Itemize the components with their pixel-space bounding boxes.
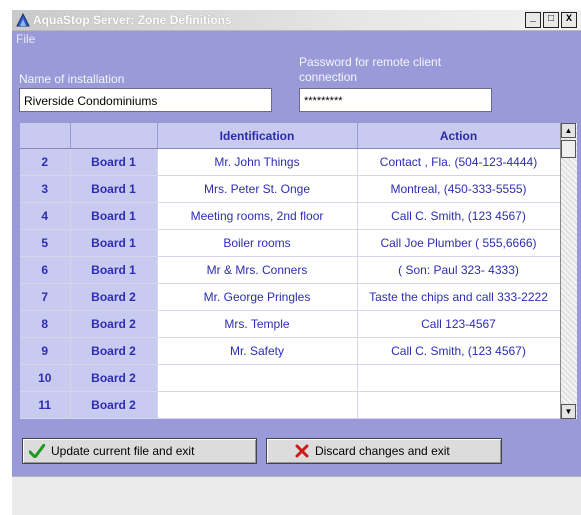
row-action[interactable]: ( Son: Paul 323- 4333): [357, 256, 560, 284]
row-identification[interactable]: Mrs. Peter St. Onge: [157, 175, 358, 203]
row-action[interactable]: Taste the chips and call 333-2222: [357, 283, 560, 311]
row-action[interactable]: Contact , Fla. (504-123-4444): [357, 148, 560, 176]
scroll-thumb[interactable]: [561, 140, 576, 158]
window-title: AquaStop Server: Zone Definitions: [33, 13, 232, 27]
column-header-board: [70, 123, 158, 149]
row-identification[interactable]: Mr. Safety: [157, 337, 358, 365]
row-board: Board 1: [70, 148, 158, 176]
row-action[interactable]: Call C. Smith, (123 4567): [357, 337, 560, 365]
row-action[interactable]: [357, 391, 560, 419]
row-identification[interactable]: Meeting rooms, 2nd floor: [157, 202, 358, 230]
row-number: 11: [20, 391, 71, 419]
password-label-line1: Password for remote client: [299, 55, 442, 69]
maximize-button[interactable]: □: [543, 12, 559, 28]
close-button[interactable]: X: [561, 12, 577, 28]
table-row[interactable]: 7 Board 2 Mr. George Pringles Taste the chi…: [20, 283, 560, 311]
app-icon: [16, 13, 30, 27]
menu-file[interactable]: File: [16, 32, 35, 46]
column-header-number: [20, 123, 71, 149]
zones-grid: Identification Action 2 Board 1 Mr. John T…: [20, 123, 560, 419]
table-row[interactable]: 8 Board 2 Mrs. Temple Call 123-4567: [20, 310, 560, 338]
row-board: Board 2: [70, 364, 158, 392]
table-row[interactable]: 4 Board 1 Meeting rooms, 2nd floor Call C. …: [20, 202, 560, 230]
menu-bar: File: [12, 31, 581, 48]
title-bar[interactable]: AquaStop Server: Zone Definitions _ □ X: [12, 10, 581, 31]
discard-button-label: Discard changes and exit: [315, 444, 450, 458]
row-number: 10: [20, 364, 71, 392]
row-action[interactable]: Call C. Smith, (123 4567): [357, 202, 560, 230]
zones-table: Identification Action 2 Board 1 Mr. John T…: [20, 123, 560, 419]
zone-definitions-window: AquaStop Server: Zone Definitions _ □ X …: [12, 10, 581, 515]
scroll-down-icon[interactable]: ▼: [561, 404, 576, 419]
row-board: Board 2: [70, 337, 158, 365]
password-label-line2: connection: [299, 70, 358, 84]
row-action[interactable]: [357, 364, 560, 392]
row-action[interactable]: Call Joe Plumber ( 555,6666): [357, 229, 560, 257]
table-row[interactable]: 10 Board 2: [20, 364, 560, 392]
row-identification[interactable]: [157, 364, 358, 392]
row-number: 9: [20, 337, 71, 365]
row-identification[interactable]: [157, 391, 358, 419]
table-scrollbar[interactable]: ▲ ▼: [560, 123, 577, 419]
column-header-identification[interactable]: Identification: [157, 123, 358, 149]
minimize-button[interactable]: _: [525, 12, 541, 28]
table-row[interactable]: 11 Board 2: [20, 391, 560, 419]
scroll-up-icon[interactable]: ▲: [561, 123, 576, 138]
row-board: Board 1: [70, 202, 158, 230]
row-number: 5: [20, 229, 71, 257]
update-and-exit-button[interactable]: Update current file and exit: [22, 438, 257, 464]
table-row[interactable]: 3 Board 1 Mrs. Peter St. Onge Montreal, (45…: [20, 175, 560, 203]
table-row[interactable]: 5 Board 1 Boiler rooms Call Joe Plumber ( 5…: [20, 229, 560, 257]
row-number: 6: [20, 256, 71, 284]
row-number: 4: [20, 202, 71, 230]
row-identification[interactable]: Mrs. Temple: [157, 310, 358, 338]
row-board: Board 2: [70, 310, 158, 338]
row-action[interactable]: Call 123-4567: [357, 310, 560, 338]
column-header-action[interactable]: Action: [357, 123, 560, 149]
row-number: 2: [20, 148, 71, 176]
password-field[interactable]: *********: [299, 88, 492, 112]
installation-name-label: Name of installation: [19, 72, 125, 86]
row-number: 8: [20, 310, 71, 338]
row-board: Board 2: [70, 283, 158, 311]
row-board: Board 1: [70, 175, 158, 203]
table-row[interactable]: 6 Board 1 Mr & Mrs. Conners( Son: Paul 323…: [20, 256, 560, 284]
discard-and-exit-button[interactable]: Discard changes and exit: [266, 438, 502, 464]
row-board: Board 1: [70, 256, 158, 284]
row-identification[interactable]: Mr. John Things: [157, 148, 358, 176]
row-board: Board 2: [70, 391, 158, 419]
window-controls: _ □ X: [525, 12, 577, 28]
table-header-row: Identification Action: [20, 123, 560, 149]
table-row[interactable]: 9 Board 2 Mr. Safety Call C. Smith, (123 45…: [20, 337, 560, 365]
update-button-label: Update current file and exit: [51, 444, 195, 458]
row-board: Board 1: [70, 229, 158, 257]
row-identification[interactable]: Boiler rooms: [157, 229, 358, 257]
status-bar: [12, 476, 581, 515]
row-identification[interactable]: Mr. George Pringles: [157, 283, 358, 311]
row-identification[interactable]: Mr & Mrs. Conners: [157, 256, 358, 284]
checkmark-icon: [29, 444, 45, 458]
installation-name-field[interactable]: Riverside Condominiums: [19, 88, 272, 112]
row-number: 7: [20, 283, 71, 311]
row-number: 3: [20, 175, 71, 203]
row-action[interactable]: Montreal, (450-333-5555): [357, 175, 560, 203]
x-cross-icon: [295, 444, 309, 458]
table-row[interactable]: 2 Board 1 Mr. John Things Contact , Fla. (5…: [20, 148, 560, 176]
